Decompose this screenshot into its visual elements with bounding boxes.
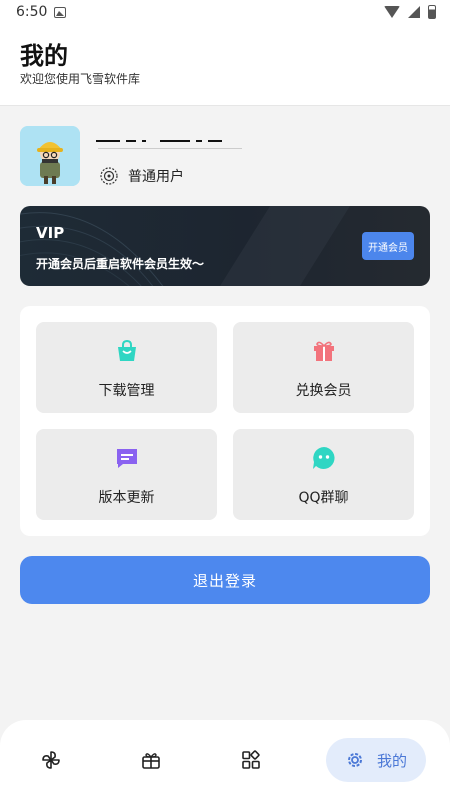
nav-home[interactable] <box>26 738 76 782</box>
avatar-image <box>20 126 80 186</box>
status-icons <box>384 5 436 19</box>
nav-store[interactable] <box>126 738 176 782</box>
username-redacted <box>96 136 242 150</box>
download-manager-tile[interactable]: 下载管理 <box>36 322 217 413</box>
page-subtitle: 欢迎您使用飞雪软件库 <box>20 72 141 86</box>
qq-group-label: QQ群聊 <box>298 490 349 506</box>
version-update-label: 版本更新 <box>98 490 155 506</box>
open-vip-button[interactable]: 开通会员 <box>362 232 414 260</box>
vip-banner[interactable]: VIP 开通会员后重启软件会员生效〜 开通会员 <box>20 206 430 286</box>
nav-mine-label: 我的 <box>376 751 407 770</box>
signal-icon <box>408 6 420 18</box>
status-time: 6:50 <box>16 4 48 20</box>
gift-box-icon <box>142 753 160 769</box>
message-icon <box>116 449 137 468</box>
pinwheel-icon <box>42 751 60 769</box>
shopping-bag-icon <box>117 339 136 361</box>
vip-description: 开通会员后重启软件会员生效〜 <box>36 257 205 271</box>
logout-button[interactable]: 退出登录 <box>20 556 430 604</box>
page-header: 我的 欢迎您使用飞雪软件库 <box>0 26 450 106</box>
gift-icon <box>313 341 334 361</box>
status-bar: 6:50 <box>0 0 450 26</box>
chat-face-icon <box>312 447 335 469</box>
download-manager-label: 下载管理 <box>98 383 155 399</box>
user-level: 普通用户 <box>100 166 184 186</box>
redeem-vip-tile[interactable]: 兑换会员 <box>233 322 414 413</box>
wifi-icon <box>384 6 400 18</box>
apps-icon <box>242 750 260 769</box>
feature-grid: 下载管理 兑换会员 版本更新 QQ群聊 <box>20 306 430 536</box>
page-title: 我的 <box>20 42 68 70</box>
vip-title: VIP <box>36 224 65 242</box>
user-level-label: 普通用户 <box>128 169 184 185</box>
avatar[interactable] <box>20 126 80 186</box>
user-profile[interactable]: 普通用户 <box>20 126 430 188</box>
nav-apps[interactable] <box>226 738 276 782</box>
bottom-navigation: 我的 <box>0 720 450 800</box>
qq-group-tile[interactable]: QQ群聊 <box>233 429 414 520</box>
image-notification-icon <box>54 7 66 18</box>
battery-icon <box>428 5 436 19</box>
redeem-vip-label: 兑换会员 <box>295 383 352 399</box>
nav-mine[interactable]: 我的 <box>326 738 426 782</box>
badge-icon <box>100 167 118 185</box>
version-update-tile[interactable]: 版本更新 <box>36 429 217 520</box>
gear-icon <box>347 753 362 767</box>
